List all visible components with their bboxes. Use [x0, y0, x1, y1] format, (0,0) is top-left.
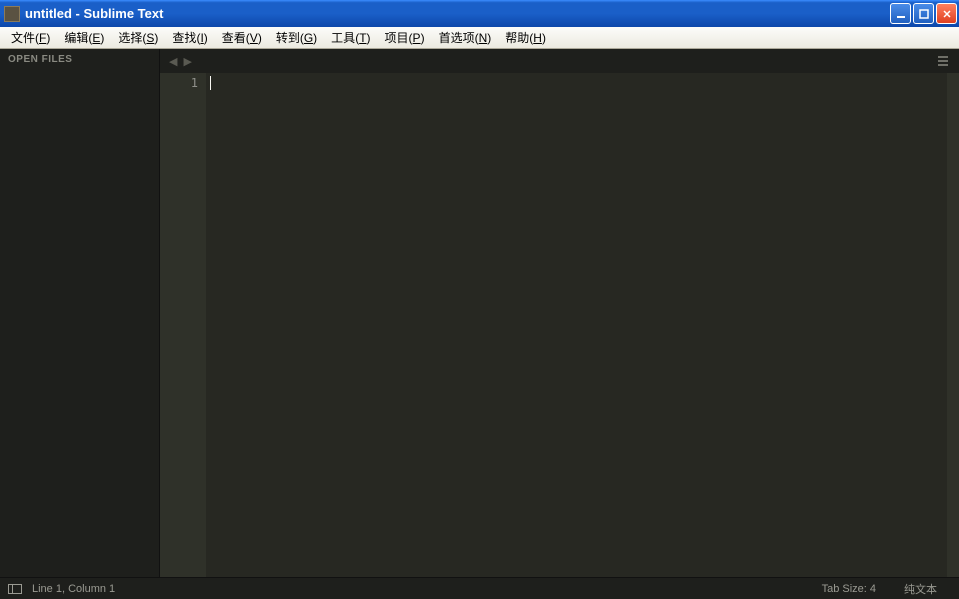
status-cursor-position[interactable]: Line 1, Column 1	[32, 583, 115, 595]
tab-nav-prev-icon[interactable]: ◀	[166, 55, 180, 68]
menu-view[interactable]: 查看(V)	[215, 27, 269, 48]
menu-find[interactable]: 查找(I)	[165, 27, 214, 48]
menu-preferences[interactable]: 首选项(N)	[432, 27, 499, 48]
status-syntax[interactable]: 纯文本	[890, 581, 951, 597]
menu-tools[interactable]: 工具(T)	[324, 27, 377, 48]
menu-bar: 文件(F) 编辑(E) 选择(S) 查找(I) 查看(V) 转到(G) 工具(T…	[0, 27, 959, 49]
content-area: OPEN FILES ◀ ▶ 1	[0, 49, 959, 577]
window-title: untitled - Sublime Text	[25, 6, 890, 21]
line-number: 1	[160, 76, 198, 90]
vertical-scrollbar[interactable]	[947, 73, 959, 577]
text-cursor	[210, 76, 211, 90]
menu-file[interactable]: 文件(F)	[4, 27, 57, 48]
tab-bar: ◀ ▶	[160, 49, 959, 73]
text-editor-area[interactable]	[206, 73, 959, 577]
close-button[interactable]	[936, 3, 957, 24]
tab-nav-next-icon[interactable]: ▶	[180, 55, 194, 68]
status-bar: Line 1, Column 1 Tab Size: 4 纯文本	[0, 577, 959, 599]
menu-edit[interactable]: 编辑(E)	[57, 27, 111, 48]
maximize-button[interactable]	[913, 3, 934, 24]
minimize-button[interactable]	[890, 3, 911, 24]
window-titlebar: untitled - Sublime Text	[0, 0, 959, 27]
menu-selection[interactable]: 选择(S)	[111, 27, 165, 48]
sidebar: OPEN FILES	[0, 49, 160, 577]
panel-switcher-icon[interactable]	[8, 584, 22, 594]
status-left-group: Line 1, Column 1	[8, 583, 115, 595]
editor-body: 1	[160, 73, 959, 577]
menu-help[interactable]: 帮助(H)	[498, 27, 553, 48]
editor-region: ◀ ▶ 1	[160, 49, 959, 577]
window-control-buttons	[890, 3, 957, 24]
sidebar-open-files-header: OPEN FILES	[0, 49, 159, 70]
tab-menu-icon[interactable]	[933, 56, 953, 66]
menu-goto[interactable]: 转到(G)	[269, 27, 324, 48]
menu-project[interactable]: 项目(P)	[378, 27, 432, 48]
status-tab-size[interactable]: Tab Size: 4	[808, 583, 890, 595]
minimap[interactable]	[939, 73, 947, 577]
app-icon	[4, 6, 20, 22]
line-number-gutter: 1	[160, 73, 206, 577]
